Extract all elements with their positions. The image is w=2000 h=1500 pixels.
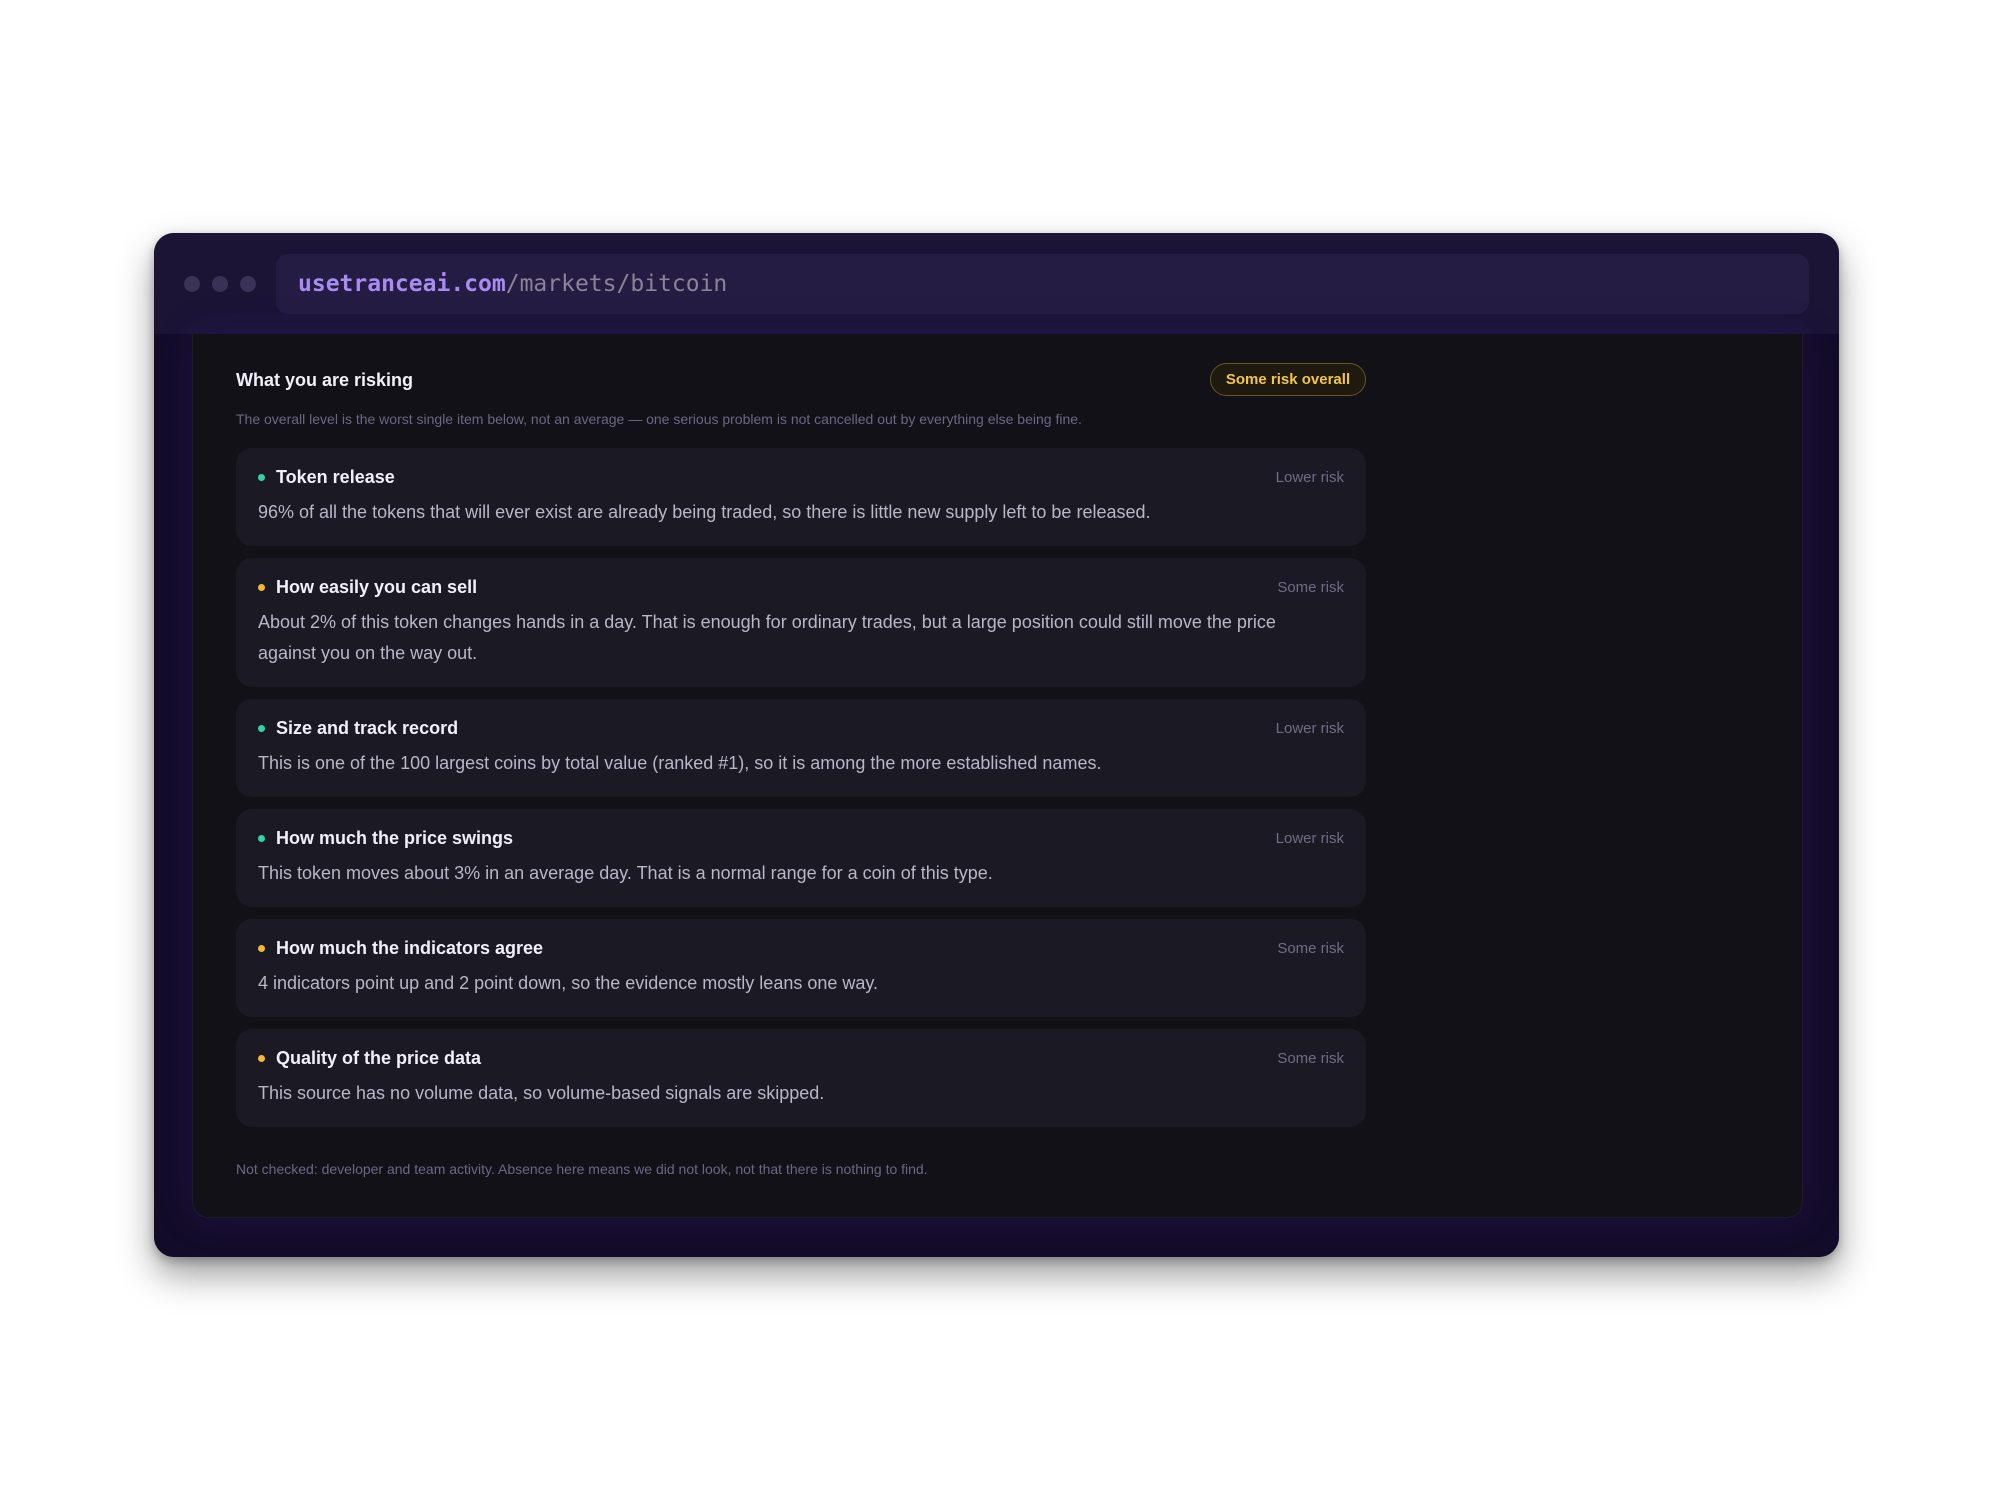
risk-item-card: Token release Lower risk 96% of all the to…	[236, 448, 1366, 546]
panel-title: What you are risking	[236, 370, 414, 390]
risk-item-list: Token release Lower risk 96% of all the to…	[236, 448, 1366, 1139]
risk-item-header: How much the indicators agree Some risk	[258, 935, 1344, 961]
risk-item-level: Some risk	[1277, 578, 1344, 596]
risk-item-card: Quality of the price data Some risk This s…	[236, 1029, 1366, 1127]
window-minimize-button[interactable]	[212, 276, 228, 292]
address-bar[interactable]: usetranceai.com/markets/bitcoin	[276, 254, 1809, 314]
risk-status-dot-icon	[258, 473, 265, 481]
risk-item-description: This source has no volume data, so volum…	[258, 1083, 825, 1103]
risk-status-dot-icon	[258, 944, 265, 952]
url-host: usetranceai.com	[298, 271, 506, 297]
risk-item-header: How easily you can sell Some risk	[258, 574, 1344, 600]
risk-panel: What you are risking Some risk overall T…	[192, 334, 1803, 1218]
footnote: Not checked: developer and team activity…	[236, 1161, 928, 1177]
url-path: /markets/bitcoin	[505, 271, 728, 297]
panel-subtitle: The overall level is the worst single it…	[236, 411, 1082, 427]
risk-item-level: Lower risk	[1275, 719, 1344, 737]
risk-item-title: How much the indicators agree	[276, 937, 544, 958]
risk-status-dot-icon	[258, 724, 265, 732]
risk-item-header: Quality of the price data Some risk	[258, 1045, 1344, 1071]
risk-item-level: Lower risk	[1275, 468, 1344, 486]
risk-item-description: 96% of all the tokens that will ever exi…	[258, 502, 1151, 522]
page-viewport: What you are risking Some risk overall T…	[154, 334, 1839, 1257]
risk-status-dot-icon	[258, 1054, 265, 1062]
risk-item-header: Token release Lower risk	[258, 464, 1344, 490]
risk-item-title: How much the price swings	[276, 827, 514, 848]
risk-item-title: Quality of the price data	[276, 1047, 482, 1068]
risk-item-card: How easily you can sell Some risk About 2%…	[236, 558, 1366, 687]
overall-risk-badge: Some risk overall	[1210, 363, 1366, 396]
risk-item-description: 4 indicators point up and 2 point down, …	[258, 973, 879, 993]
risk-item-card: Size and track record Lower risk This is o…	[236, 699, 1366, 797]
risk-item-header: Size and track record Lower risk	[258, 715, 1344, 741]
window-close-button[interactable]	[184, 276, 200, 292]
risk-item-level: Some risk	[1277, 939, 1344, 957]
risk-item-description: About 2% of this token changes hands in …	[258, 612, 1276, 663]
risk-item-title: How easily you can sell	[276, 576, 478, 597]
risk-item-header: How much the price swings Lower risk	[258, 825, 1344, 851]
risk-item-level: Lower risk	[1275, 829, 1344, 847]
risk-item-description: This token moves about 3% in an average …	[258, 863, 993, 883]
risk-item-title: Token release	[276, 466, 395, 487]
window-maximize-button[interactable]	[240, 276, 256, 292]
browser-window: usetranceai.com/markets/bitcoin What you…	[154, 233, 1839, 1257]
risk-status-dot-icon	[258, 834, 265, 842]
browser-titlebar: usetranceai.com/markets/bitcoin	[154, 233, 1839, 335]
risk-status-dot-icon	[258, 583, 265, 591]
risk-item-description: This is one of the 100 largest coins by …	[258, 753, 1102, 773]
risk-item-card: How much the indicators agree Some risk 4 …	[236, 919, 1366, 1017]
risk-item-title: Size and track record	[276, 717, 459, 738]
risk-item-level: Some risk	[1277, 1049, 1344, 1067]
risk-item-card: How much the price swings Lower risk This …	[236, 809, 1366, 907]
